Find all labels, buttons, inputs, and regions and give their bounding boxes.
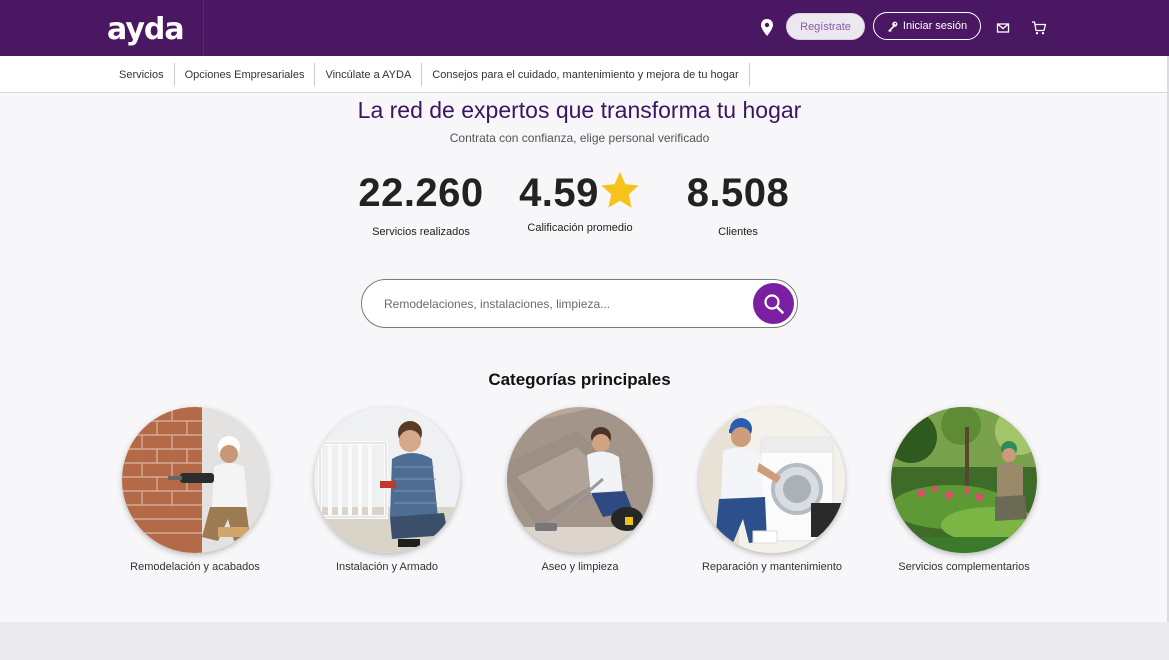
category-instalacion[interactable]: Instalación y Armado <box>292 407 482 573</box>
category-label: Servicios complementarios <box>898 561 1030 573</box>
stat-value: 22.260 <box>358 171 484 215</box>
login-button[interactable]: Iniciar sesión <box>873 12 981 40</box>
stat-value: 4.59 <box>519 171 599 215</box>
stat-value-row: 4.59 <box>505 170 655 216</box>
search-bar <box>361 279 798 328</box>
register-button[interactable]: Regístrate <box>786 13 865 40</box>
category-image-remodelacion[interactable] <box>122 407 268 553</box>
header-divider <box>203 0 204 56</box>
stat-clients: 8.508 Clientes <box>663 170 813 238</box>
stat-rating: 4.59 Calificación promedio <box>505 170 655 234</box>
login-button-label: Iniciar sesión <box>902 20 968 32</box>
category-label: Instalación y Armado <box>335 561 439 573</box>
subnav-item-opciones-empresariales[interactable]: Opciones Empresariales <box>175 63 316 86</box>
location-pin-icon[interactable] <box>758 18 776 38</box>
category-remodelacion[interactable]: Remodelación y acabados <box>100 407 290 573</box>
sub-navigation: Servicios Opciones Empresariales Vincúla… <box>0 56 1169 93</box>
category-complementarios[interactable]: Servicios complementarios <box>869 407 1059 573</box>
stat-value: 8.508 <box>686 171 790 215</box>
stat-label: Clientes <box>718 226 758 238</box>
mail-icon[interactable] <box>996 21 1010 35</box>
stat-label: Servicios realizados <box>372 226 470 238</box>
category-image-instalacion[interactable] <box>314 407 460 553</box>
stat-services: 22.260 Servicios realizados <box>346 170 496 238</box>
category-image-aseo[interactable] <box>507 407 653 553</box>
hero-subtitle: Contrata con confianza, elige personal v… <box>449 131 710 145</box>
search-input[interactable] <box>384 294 744 314</box>
subnav-item-vinculate[interactable]: Vincúlate a AYDA <box>315 63 423 86</box>
subnav-item-servicios[interactable]: Servicios <box>109 63 175 86</box>
stat-label: Calificación promedio <box>527 222 633 234</box>
category-image-complementarios[interactable] <box>891 407 1037 553</box>
footer-band <box>0 622 1169 660</box>
top-header: ayda Regístrate Iniciar sesión <box>0 0 1169 56</box>
subnav-item-consejos[interactable]: Consejos para el cuidado, mantenimiento … <box>422 63 750 86</box>
ayda-logo[interactable]: ayda <box>107 12 185 47</box>
category-label: Reparación y mantenimiento <box>701 561 843 573</box>
category-image-reparacion[interactable] <box>699 407 845 553</box>
category-label: Aseo y limpieza <box>541 561 619 573</box>
key-icon <box>887 21 898 32</box>
subnav-list: Servicios Opciones Empresariales Vincúla… <box>109 63 750 86</box>
category-label: Remodelación y acabados <box>130 561 260 573</box>
hero-title: La red de expertos que transforma tu hog… <box>357 97 802 123</box>
categories-heading: Categorías principales <box>488 370 671 389</box>
star-icon <box>601 171 639 208</box>
category-reparacion[interactable]: Reparación y mantenimiento <box>677 407 867 573</box>
search-icon <box>763 293 784 314</box>
category-aseo[interactable]: Aseo y limpieza <box>485 407 675 573</box>
search-button[interactable] <box>753 283 794 324</box>
cart-icon[interactable] <box>1031 20 1047 36</box>
